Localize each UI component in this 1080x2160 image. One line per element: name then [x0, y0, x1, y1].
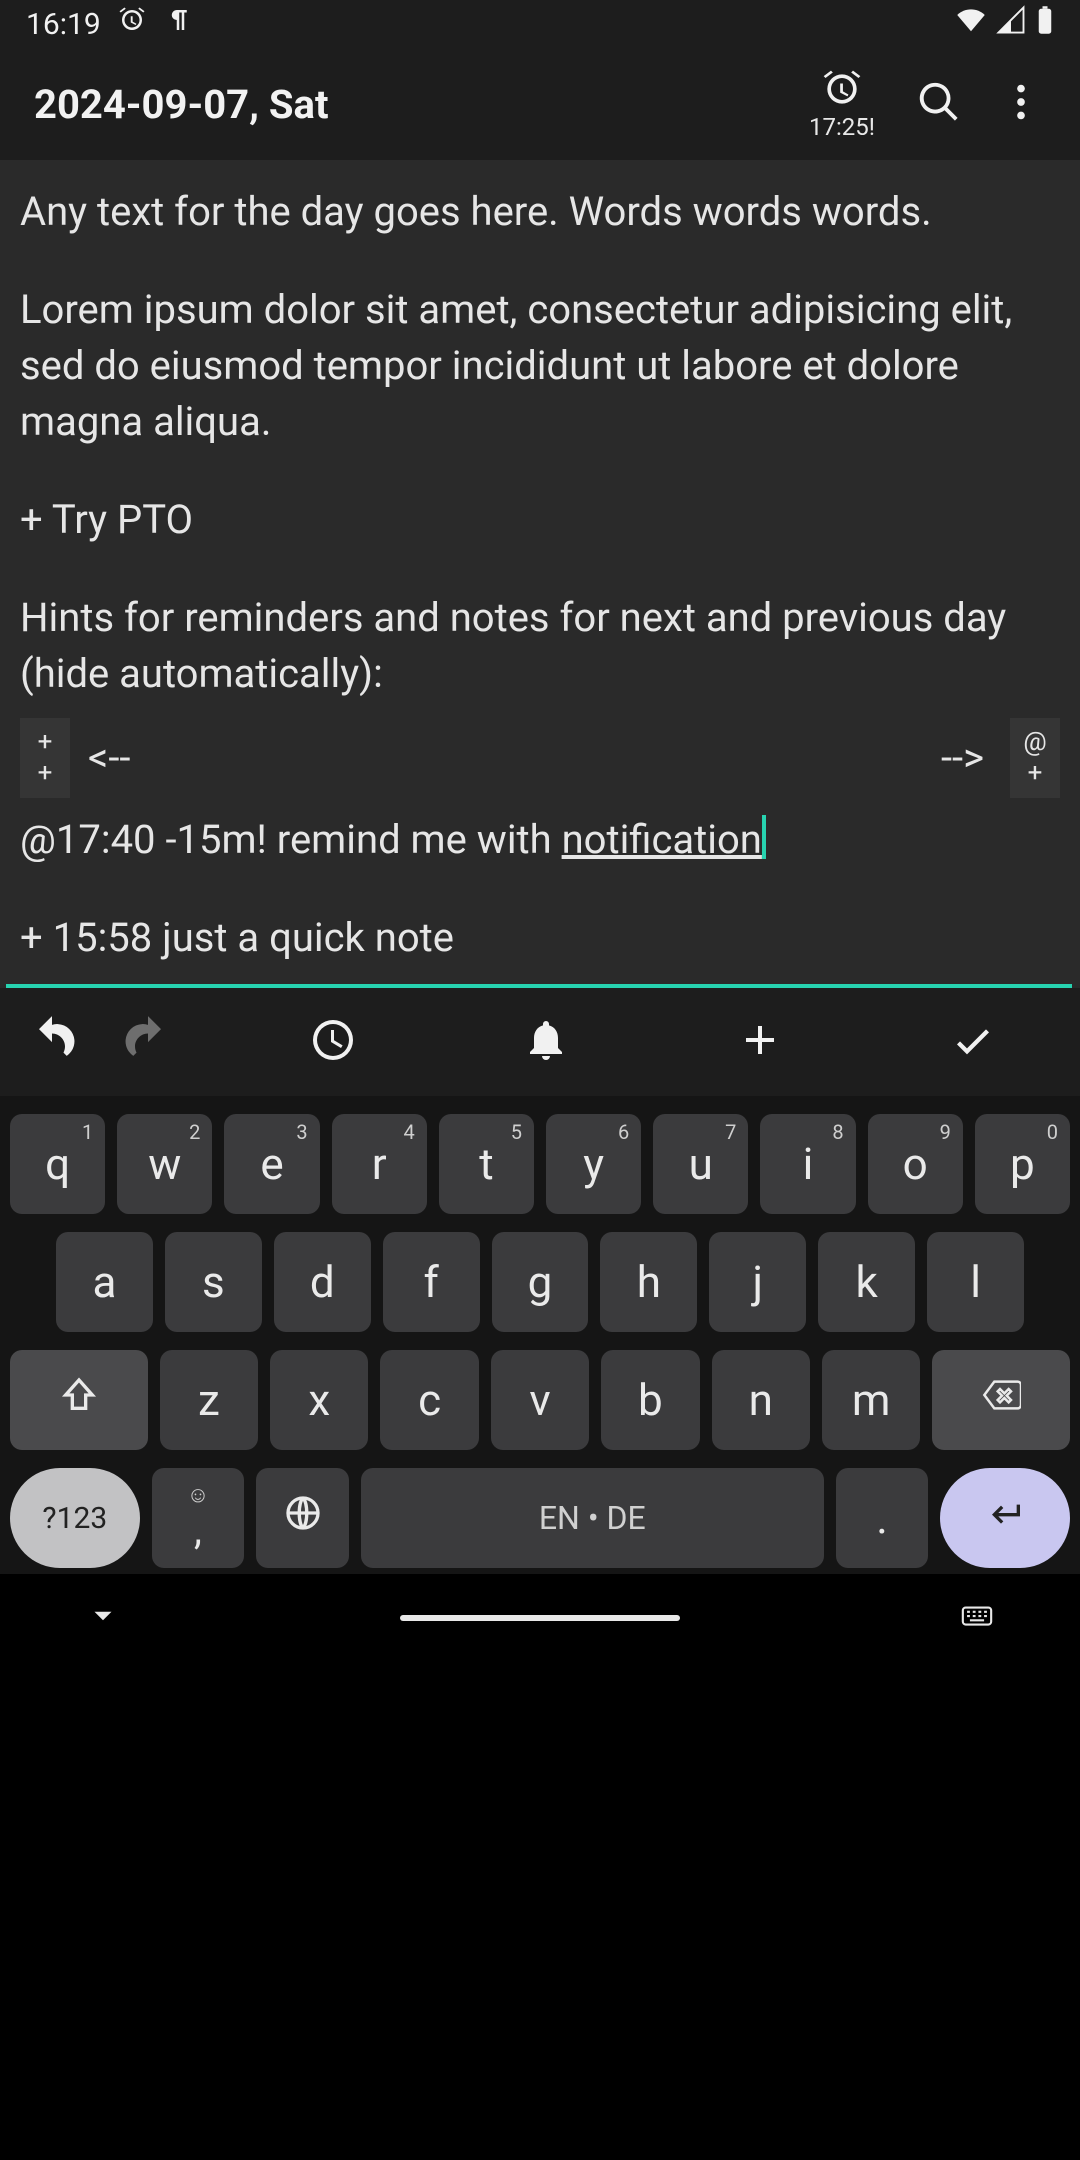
clock-icon: [820, 67, 864, 115]
search-button[interactable]: [898, 48, 980, 160]
enter-icon: [985, 1492, 1025, 1544]
key-hint: 9: [940, 1120, 951, 1144]
key-f[interactable]: f: [383, 1232, 480, 1332]
backspace-key[interactable]: [932, 1350, 1070, 1450]
key-hint: 2: [189, 1120, 200, 1144]
editor-focus-underline: [6, 984, 1072, 988]
day-switcher-row: + + <-- --> @ +: [20, 718, 1060, 798]
next-alarm-indicator[interactable]: 17:25!: [792, 48, 892, 160]
language-key[interactable]: [256, 1468, 349, 1568]
note-editor[interactable]: Any text for the day goes here. Words wo…: [0, 160, 1080, 976]
redo-button[interactable]: [122, 1014, 174, 1070]
key-o[interactable]: o9: [868, 1114, 963, 1214]
enter-key[interactable]: [940, 1468, 1070, 1568]
key-hint: 8: [832, 1120, 843, 1144]
note-paragraph: Any text for the day goes here. Words wo…: [20, 184, 1060, 240]
key-x[interactable]: x: [270, 1350, 368, 1450]
plus-icon: +: [1028, 758, 1043, 789]
comma-key[interactable]: ☺ ,: [152, 1468, 245, 1568]
key-hint: 7: [725, 1120, 736, 1144]
key-h[interactable]: h: [600, 1232, 697, 1332]
text-caret: [762, 815, 766, 859]
key-p[interactable]: p0: [975, 1114, 1070, 1214]
done-button[interactable]: [867, 988, 1080, 1096]
app-bar: 2024-09-07, Sat 17:25!: [0, 48, 1080, 160]
plus-icon: +: [38, 727, 53, 758]
key-g[interactable]: g: [492, 1232, 589, 1332]
key-u[interactable]: u7: [653, 1114, 748, 1214]
key-d[interactable]: d: [274, 1232, 371, 1332]
at-icon: @: [1023, 727, 1046, 758]
shift-icon: [59, 1374, 99, 1426]
keyboard-switcher-button[interactable]: [960, 1599, 994, 1637]
key-q[interactable]: q1: [10, 1114, 105, 1214]
key-hint: 4: [404, 1120, 415, 1144]
plus-icon: [736, 1016, 784, 1068]
more-vertical-icon: [998, 79, 1044, 129]
key-c[interactable]: c: [380, 1350, 478, 1450]
alarm-icon: [117, 5, 147, 43]
home-handle[interactable]: [400, 1615, 680, 1621]
emoji-icon: ☺: [187, 1485, 209, 1507]
space-key[interactable]: EN • DE: [361, 1468, 824, 1568]
pilcrow-icon: [163, 5, 193, 43]
key-y[interactable]: y6: [546, 1114, 641, 1214]
shift-key[interactable]: [10, 1350, 148, 1450]
key-w[interactable]: w2: [117, 1114, 212, 1214]
key-s[interactable]: s: [165, 1232, 262, 1332]
insert-time-button[interactable]: [226, 988, 440, 1096]
left-add-handle[interactable]: + +: [20, 718, 70, 798]
status-bar: 16:19: [0, 0, 1080, 48]
note-timestamped-line: + 15:58 just a quick note: [20, 910, 1060, 966]
note-paragraph: Lorem ipsum dolor sit amet, consectetur …: [20, 282, 1060, 450]
key-i[interactable]: i8: [760, 1114, 855, 1214]
key-hint: 3: [296, 1120, 307, 1144]
page-title: 2024-09-07, Sat: [34, 81, 792, 128]
key-z[interactable]: z: [160, 1350, 258, 1450]
clock-icon: [309, 1016, 357, 1068]
key-hint: 1: [82, 1120, 93, 1144]
globe-icon: [283, 1492, 323, 1544]
wifi-icon: [956, 5, 986, 43]
soft-keyboard: q1w2e3r4t5y6u7i8o9p0 asdfghjkl z x c v b…: [0, 1096, 1080, 1574]
key-e[interactable]: e3: [224, 1114, 319, 1214]
key-hint: 5: [511, 1120, 522, 1144]
add-button[interactable]: [653, 988, 867, 1096]
battery-icon: [1036, 5, 1054, 43]
search-icon: [916, 79, 962, 129]
plus-icon: +: [38, 758, 53, 789]
key-j[interactable]: j: [709, 1232, 806, 1332]
insert-reminder-button[interactable]: [440, 988, 654, 1096]
next-day-arrow[interactable]: -->: [941, 730, 984, 786]
key-t[interactable]: t5: [439, 1114, 534, 1214]
check-icon: [949, 1016, 997, 1068]
period-key[interactable]: .: [836, 1468, 929, 1568]
note-paragraph: Hints for reminders and notes for next a…: [20, 590, 1060, 702]
key-v[interactable]: v: [491, 1350, 589, 1450]
system-nav-bar: [0, 1574, 1080, 1662]
key-hint: 0: [1047, 1120, 1058, 1144]
previous-day-arrow[interactable]: <--: [88, 730, 130, 786]
undo-button[interactable]: [26, 1014, 78, 1070]
key-r[interactable]: r4: [332, 1114, 427, 1214]
key-k[interactable]: k: [818, 1232, 915, 1332]
next-alarm-time: 17:25!: [809, 113, 875, 141]
status-time: 16:19: [26, 7, 101, 42]
key-m[interactable]: m: [822, 1350, 920, 1450]
bell-icon: [522, 1016, 570, 1068]
key-n[interactable]: n: [712, 1350, 810, 1450]
key-b[interactable]: b: [601, 1350, 699, 1450]
key-a[interactable]: a: [56, 1232, 153, 1332]
key-hint: 6: [618, 1120, 629, 1144]
symbols-key[interactable]: ?123: [10, 1468, 140, 1568]
note-task: + Try PTO: [20, 492, 1060, 548]
overflow-menu-button[interactable]: [980, 48, 1062, 160]
cellular-icon: [996, 5, 1026, 43]
key-l[interactable]: l: [927, 1232, 1024, 1332]
note-reminder-line: @17:40 -15m! remind me with notification: [20, 812, 1060, 868]
backspace-icon: [981, 1374, 1021, 1426]
right-add-handle[interactable]: @ +: [1010, 718, 1060, 798]
edit-toolbar: [0, 988, 1080, 1096]
hide-keyboard-button[interactable]: [86, 1599, 120, 1637]
